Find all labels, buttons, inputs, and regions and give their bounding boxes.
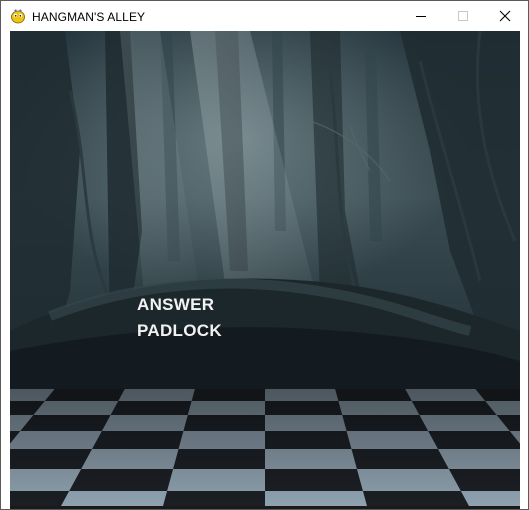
- pygame-snake-icon: [10, 8, 26, 24]
- maximize-button[interactable]: [441, 1, 485, 31]
- minimize-button[interactable]: [399, 1, 443, 31]
- canvas-border: [10, 506, 520, 509]
- minimize-icon: [416, 16, 426, 17]
- forest-background: [10, 31, 520, 506]
- game-window: HANGMAN'S ALLEY ANSWER PADLOCK: [0, 0, 529, 510]
- checkered-floor: [10, 389, 520, 506]
- answer-word: PADLOCK: [137, 321, 222, 340]
- window-title: HANGMAN'S ALLEY: [32, 10, 146, 24]
- title-bar[interactable]: HANGMAN'S ALLEY: [1, 1, 528, 31]
- game-canvas[interactable]: ANSWER PADLOCK: [10, 31, 520, 506]
- close-button[interactable]: [483, 1, 527, 31]
- maximize-icon: [458, 11, 468, 21]
- close-icon: [499, 10, 511, 22]
- answer-label: ANSWER: [137, 295, 215, 314]
